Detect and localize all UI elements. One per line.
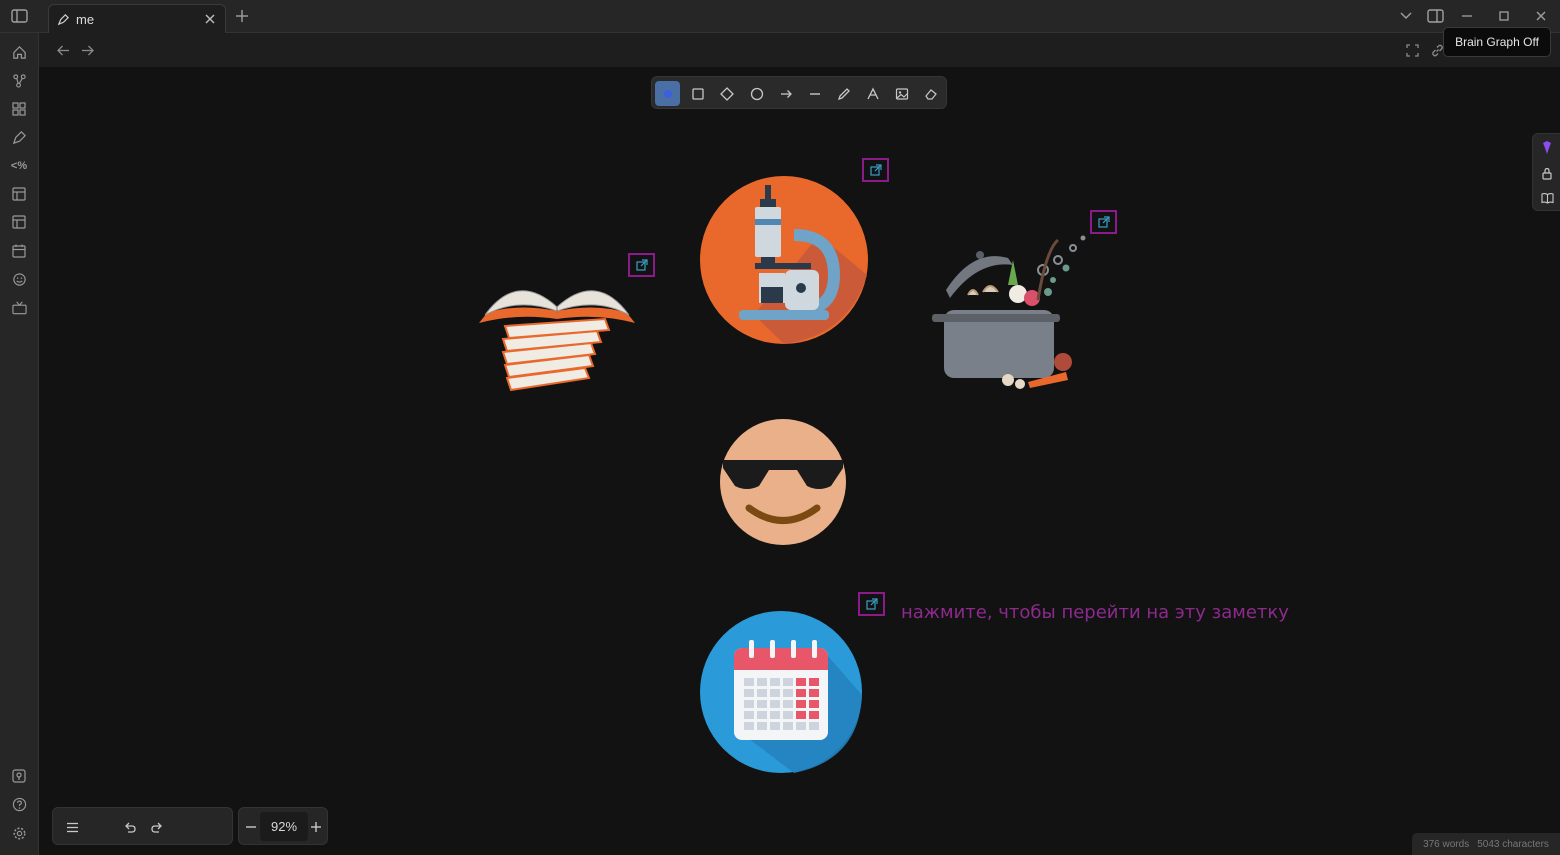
plus-icon (311, 822, 321, 832)
arrow-tool[interactable] (773, 81, 798, 106)
eraser-icon (924, 88, 937, 100)
forward-arrow-icon[interactable] (79, 42, 95, 58)
zoom-in-button[interactable] (307, 818, 325, 836)
book-icon[interactable] (1538, 189, 1556, 207)
image-icon (895, 87, 908, 100)
close-tab-icon[interactable] (203, 12, 217, 26)
line-tool[interactable] (802, 81, 827, 106)
redo-button[interactable] (148, 818, 166, 836)
minus-icon (246, 826, 256, 828)
minimize-icon[interactable] (1459, 8, 1475, 24)
drawing-toolbar (651, 76, 947, 109)
canvas-menu-controls (52, 807, 233, 845)
settings-icon[interactable] (10, 824, 28, 842)
sidebar-toggle-icon[interactable] (10, 8, 28, 24)
right-sidebar-toggle-icon[interactable] (1426, 8, 1444, 24)
arrow-icon (780, 89, 792, 98)
pencil-icon (837, 87, 850, 100)
brain-graph-icon[interactable] (1538, 138, 1556, 156)
window-close-icon[interactable] (1533, 8, 1549, 24)
undo-icon (124, 822, 136, 833)
fullscreen-icon[interactable] (1404, 42, 1420, 58)
maximize-icon[interactable] (1496, 8, 1512, 24)
eraser-tool[interactable] (918, 81, 943, 106)
calendar-image[interactable] (699, 610, 864, 775)
tab-me[interactable]: me (48, 4, 226, 34)
rectangle-icon (691, 87, 704, 100)
image-tool[interactable] (889, 81, 914, 106)
word-count: 376 words (1423, 838, 1470, 850)
line-icon (809, 92, 820, 95)
note-link-books[interactable] (628, 253, 655, 277)
note-link-calendar[interactable] (858, 592, 885, 616)
side-tools-panel (1532, 133, 1560, 211)
external-link-icon (635, 259, 648, 271)
left-ribbon: <% (0, 33, 39, 855)
vault-icon[interactable] (10, 767, 28, 785)
rectangle-tool[interactable] (685, 81, 710, 106)
calendar-icon[interactable] (10, 242, 28, 260)
zoom-out-button[interactable] (242, 818, 260, 836)
template-code-icon[interactable]: <% (10, 157, 28, 175)
ellipse-icon (750, 87, 763, 100)
pencil-tool[interactable] (831, 81, 856, 106)
status-bar: 376 words 5043 characters (1412, 833, 1560, 855)
home-icon[interactable] (10, 43, 28, 61)
grid-icon[interactable] (10, 100, 28, 118)
app-window: me <% Brain Graph Off нажмите, чтобы пер… (0, 0, 1560, 855)
menu-button[interactable] (63, 818, 81, 836)
lock-icon[interactable] (1538, 164, 1556, 182)
external-link-icon (869, 164, 882, 176)
title-bar: me (0, 0, 1560, 34)
select-tool[interactable] (655, 81, 680, 106)
ellipse-tool[interactable] (744, 81, 769, 106)
books-image[interactable] (477, 273, 637, 398)
pen-tab-icon (57, 14, 69, 26)
zoom-controls: 92% (238, 807, 328, 845)
tooltip: Brain Graph Off (1443, 27, 1551, 57)
tv-icon[interactable] (10, 299, 28, 317)
text-icon (866, 87, 879, 99)
redo-icon (150, 822, 162, 833)
select-icon (663, 89, 672, 98)
new-tab-icon[interactable] (234, 8, 250, 24)
diamond-icon (719, 86, 734, 101)
cooking-pot-image[interactable] (928, 230, 1093, 395)
back-arrow-icon[interactable] (55, 42, 71, 58)
external-link-icon (1097, 216, 1110, 228)
link-hint-text: нажмите, чтобы перейти на эту заметку (901, 602, 1289, 623)
smiley-sunglasses-image[interactable] (719, 418, 847, 546)
note-link-microscope[interactable] (862, 158, 889, 182)
external-link-icon (865, 598, 878, 610)
layout-alt-icon[interactable] (10, 213, 28, 231)
hamburger-icon (66, 822, 78, 832)
graph-icon[interactable] (10, 71, 28, 89)
help-icon[interactable] (10, 795, 28, 813)
pen-icon[interactable] (10, 128, 28, 146)
tab-title: me (76, 12, 95, 27)
nav-bar (39, 33, 1560, 67)
layout-icon[interactable] (10, 185, 28, 203)
character-count: 5043 characters (1477, 838, 1549, 850)
text-tool[interactable] (860, 81, 885, 106)
diamond-tool[interactable] (714, 81, 739, 106)
undo-button[interactable] (120, 818, 138, 836)
note-link-cooking[interactable] (1090, 210, 1117, 234)
smile-icon[interactable] (10, 270, 28, 288)
microscope-image[interactable] (699, 175, 869, 345)
zoom-level[interactable]: 92% (260, 812, 308, 841)
tab-list-chevron-icon[interactable] (1398, 9, 1414, 23)
